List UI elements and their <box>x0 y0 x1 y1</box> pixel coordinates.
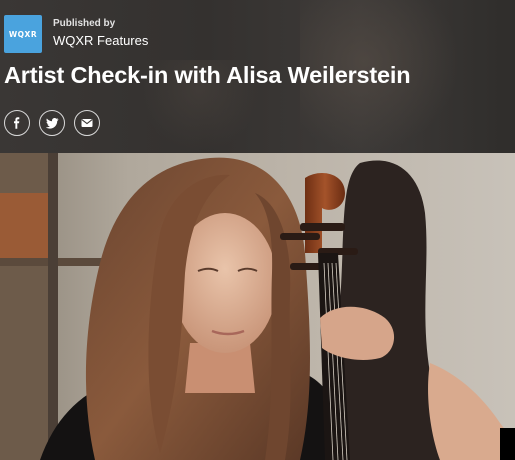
facebook-share-button[interactable] <box>4 110 30 136</box>
wqxr-logo[interactable]: WQXR <box>4 15 42 53</box>
twitter-icon <box>45 118 58 129</box>
publisher-name[interactable]: WQXR Features <box>53 33 148 48</box>
twitter-share-button[interactable] <box>39 110 65 136</box>
cellist-photo <box>0 153 515 460</box>
email-share-button[interactable] <box>74 110 100 136</box>
hero-image <box>0 153 515 460</box>
article-title: Artist Check-in with Alisa Weilerstein <box>4 62 411 88</box>
article-header: WQXR Published by WQXR Features Artist C… <box>0 0 515 153</box>
email-icon <box>81 119 93 127</box>
logo-text: WQXR <box>8 29 38 39</box>
published-by-label: Published by <box>53 18 116 29</box>
facebook-icon <box>14 117 20 129</box>
